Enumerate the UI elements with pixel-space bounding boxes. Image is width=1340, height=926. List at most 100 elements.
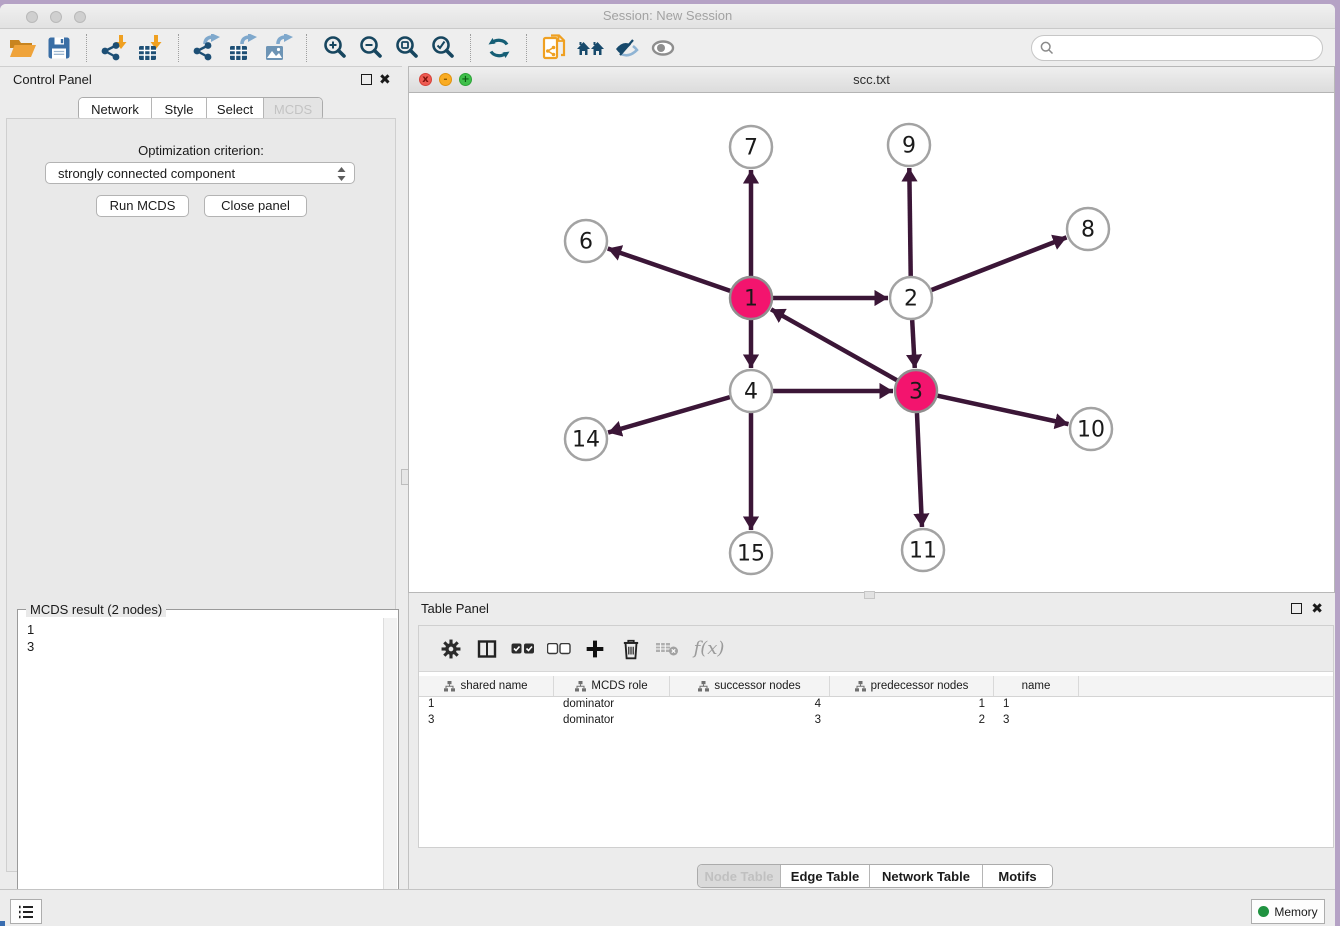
- graph-node-label: 4: [744, 380, 758, 405]
- delete-table-icon: [649, 632, 685, 666]
- export-network-glyph: [192, 34, 222, 62]
- tab-select[interactable]: Select: [207, 98, 264, 120]
- cell-name: 1: [994, 697, 1079, 713]
- home-icon[interactable]: [573, 32, 609, 64]
- close-panel-icon[interactable]: ✖: [379, 71, 391, 88]
- tab-mcds[interactable]: MCDS: [264, 98, 322, 120]
- network-titlebar[interactable]: x - + scc.txt: [409, 67, 1334, 93]
- zoom-in-icon[interactable]: [317, 32, 353, 64]
- graph-node-label: 15: [737, 542, 765, 567]
- export-table-icon[interactable]: [225, 32, 261, 64]
- refresh-icon[interactable]: [481, 32, 517, 64]
- zoom-out-icon[interactable]: [353, 32, 389, 64]
- open-file-icon[interactable]: [5, 32, 41, 64]
- tab-edge-table[interactable]: Edge Table: [781, 865, 870, 887]
- table-panel-title: Table Panel: [421, 601, 489, 616]
- zoom-fit-icon[interactable]: [389, 32, 425, 64]
- column-header-mcds-role[interactable]: MCDS role: [554, 676, 670, 696]
- table-float-icon[interactable]: [1291, 603, 1302, 614]
- memory-status-icon: [1258, 906, 1269, 917]
- mcds-result-text[interactable]: 1 3: [19, 618, 383, 926]
- table-panel-tabs: Node Table Edge Table Network Table Moti…: [697, 864, 1053, 888]
- tree-icon: [698, 681, 709, 692]
- hide-graphics-details-icon[interactable]: [609, 32, 645, 64]
- import-network-glyph: [100, 34, 130, 62]
- column-header-successor-nodes[interactable]: successor nodes: [670, 676, 830, 696]
- graph-node-label: 1: [744, 287, 758, 312]
- mcds-panel: Optimization criterion: strongly connect…: [6, 118, 396, 872]
- search-box[interactable]: [1031, 35, 1323, 61]
- optimization-criterion-select[interactable]: strongly connected component: [45, 162, 355, 184]
- table-close-icon[interactable]: ✖: [1311, 600, 1323, 617]
- graph-node-label: 10: [1077, 418, 1105, 443]
- column-header-shared-name[interactable]: shared name: [419, 676, 554, 696]
- graph-edge-3-11[interactable]: [917, 413, 922, 527]
- network-graph[interactable]: 7968124314101511: [409, 92, 1334, 592]
- column-header-predecessor-nodes[interactable]: predecessor nodes: [830, 676, 994, 696]
- search-icon: [1040, 41, 1054, 55]
- zoom-selected-glyph: [430, 35, 456, 61]
- save-session-icon[interactable]: [41, 32, 77, 64]
- table-settings-icon[interactable]: [433, 632, 469, 666]
- task-history-button[interactable]: [10, 899, 42, 924]
- control-panel-header: Control Panel ✖: [0, 66, 402, 92]
- show-columns-icon[interactable]: [469, 632, 505, 666]
- float-panel-icon[interactable]: [361, 74, 372, 85]
- list-icon: [17, 904, 35, 920]
- memory-label: Memory: [1274, 905, 1317, 919]
- network-title: scc.txt: [409, 72, 1334, 87]
- export-network-icon[interactable]: [189, 32, 225, 64]
- tab-motifs[interactable]: Motifs: [983, 865, 1052, 887]
- table-row[interactable]: 3 dominator 3 2 3: [419, 713, 1333, 729]
- network-document-glyph: [542, 34, 568, 62]
- graph-node-label: 9: [902, 134, 916, 159]
- network-document-icon[interactable]: [537, 32, 573, 64]
- table-row[interactable]: 1 dominator 4 1 1: [419, 697, 1333, 713]
- close-panel-button[interactable]: Close panel: [204, 195, 307, 217]
- tab-network-table[interactable]: Network Table: [870, 865, 983, 887]
- table-header-row: shared name MCDS role successor nodes pr…: [419, 676, 1333, 697]
- table-panel-header: Table Panel ✖: [408, 595, 1335, 621]
- import-table-icon[interactable]: [133, 32, 169, 64]
- home-glyph: [576, 37, 606, 59]
- add-column-icon[interactable]: [577, 632, 613, 666]
- select-all-icon[interactable]: [505, 632, 541, 666]
- tab-node-table[interactable]: Node Table: [698, 865, 781, 887]
- zoom-selected-icon[interactable]: [425, 32, 461, 64]
- tab-style[interactable]: Style: [152, 98, 207, 120]
- export-image-glyph: [264, 34, 294, 62]
- birds-eye-view-icon[interactable]: [645, 32, 681, 64]
- export-image-icon[interactable]: [261, 32, 297, 64]
- graph-edge-2-9[interactable]: [909, 168, 910, 276]
- search-input[interactable]: [1060, 37, 1314, 59]
- cell-predecessor-nodes: 1: [830, 697, 994, 713]
- table-panel-body: f(x) shared name MCDS role successor nod…: [418, 625, 1334, 848]
- graph-node-label: 6: [579, 230, 593, 255]
- result-line: 3: [27, 638, 383, 655]
- import-table-glyph: [137, 34, 165, 62]
- mcds-result-box: MCDS result (2 nodes) 1 3: [17, 609, 399, 926]
- result-scrollbar[interactable]: [383, 618, 397, 926]
- cell-successor-nodes: 4: [670, 697, 830, 713]
- column-header-name[interactable]: name: [994, 676, 1079, 696]
- result-line: 1: [27, 621, 383, 638]
- optimization-criterion-value: strongly connected component: [58, 166, 235, 181]
- eye-glyph: [650, 38, 676, 58]
- cell-name: 3: [994, 713, 1079, 729]
- graph-edge-1-6[interactable]: [608, 249, 730, 291]
- graph-edge-2-3[interactable]: [912, 320, 915, 368]
- run-mcds-button[interactable]: Run MCDS: [96, 195, 189, 217]
- import-network-icon[interactable]: [97, 32, 133, 64]
- graph-edge-4-14[interactable]: [608, 397, 730, 432]
- cell-mcds-role: dominator: [554, 697, 670, 713]
- zoom-out-glyph: [358, 35, 384, 61]
- graph-edge-3-10[interactable]: [937, 396, 1068, 424]
- deselect-all-icon[interactable]: [541, 632, 577, 666]
- application-window: Session: New Session: [0, 4, 1335, 926]
- memory-button[interactable]: Memory: [1251, 899, 1325, 924]
- export-table-glyph: [228, 34, 258, 62]
- tab-network[interactable]: Network: [79, 98, 152, 120]
- graph-edge-2-8[interactable]: [931, 237, 1066, 290]
- delete-icon[interactable]: [613, 632, 649, 666]
- graph-edge-3-1[interactable]: [771, 309, 897, 380]
